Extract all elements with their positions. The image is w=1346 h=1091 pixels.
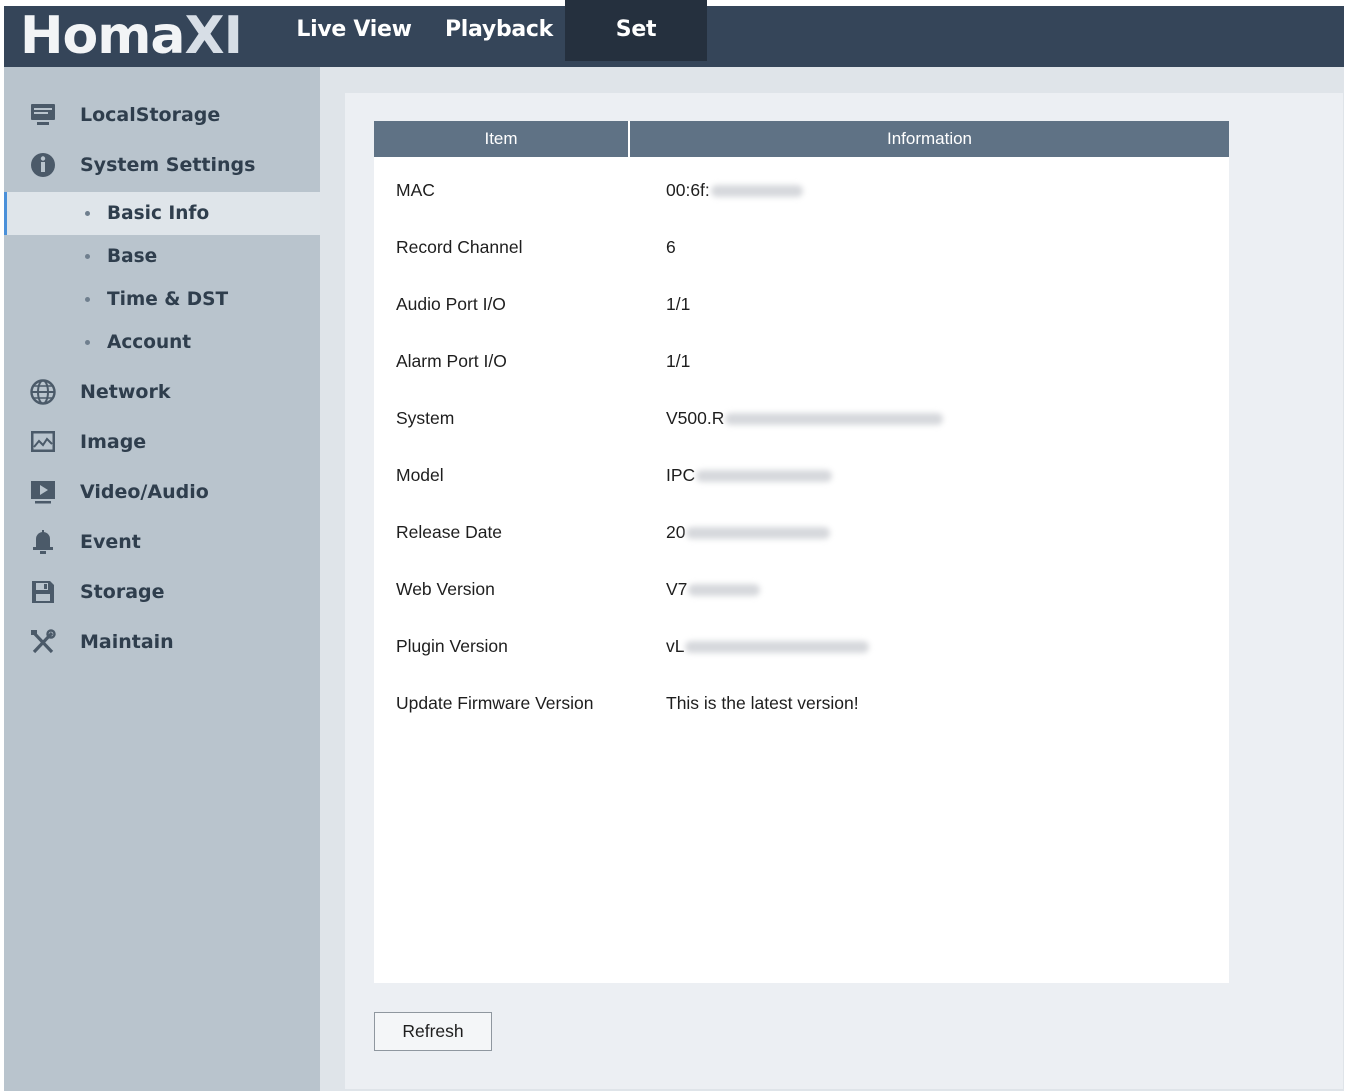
sidebar-item-label: Video/Audio bbox=[80, 481, 209, 503]
bullet-icon bbox=[85, 211, 90, 216]
sidebar-item-label: Network bbox=[80, 381, 171, 403]
sidebar-subitem-label: Account bbox=[107, 332, 192, 353]
row-info-text: 20 bbox=[666, 522, 686, 542]
floppy-disk-icon bbox=[28, 578, 58, 606]
row-info-value: This is the latest version! bbox=[666, 693, 859, 713]
sidebar-subitem-label: Basic Info bbox=[107, 203, 210, 224]
table-row: Release Date 20 bbox=[374, 504, 1229, 561]
row-item-label: Update Firmware Version bbox=[396, 693, 594, 713]
row-item-label: Plugin Version bbox=[396, 636, 508, 656]
table-row: Web Version V7 bbox=[374, 561, 1229, 618]
table-row: Plugin Version vL bbox=[374, 618, 1229, 675]
row-info-value: V500.R bbox=[666, 390, 944, 447]
brand-logo: HomaXI bbox=[20, 6, 243, 67]
table-header: Item Information bbox=[374, 121, 1229, 157]
table-row: MAC 00:6f: bbox=[374, 162, 1229, 219]
sidebar-item-label: Event bbox=[80, 531, 141, 553]
sidebar-item-image[interactable]: Image bbox=[4, 420, 320, 464]
row-info-text: vL bbox=[666, 636, 685, 656]
sidebar-item-label: System Settings bbox=[80, 154, 256, 176]
column-header-item: Item bbox=[374, 121, 630, 157]
basic-info-table: Item Information MAC 00:6f: Record Chann… bbox=[374, 121, 1229, 983]
sidebar-subitem-account[interactable]: Account bbox=[4, 321, 320, 364]
row-info-text: IPC bbox=[666, 465, 696, 485]
sidebar-item-label: Image bbox=[80, 431, 147, 453]
sidebar-item-network[interactable]: Network bbox=[4, 370, 320, 414]
row-info-value: 20 bbox=[666, 504, 831, 561]
bullet-icon bbox=[85, 254, 90, 259]
image-icon bbox=[28, 428, 58, 456]
logo-text-tail: XI bbox=[184, 6, 243, 66]
row-item-label: System bbox=[396, 408, 455, 428]
monitor-icon bbox=[28, 101, 58, 129]
tab-set[interactable]: Set bbox=[565, 0, 707, 61]
row-info-text: V7 bbox=[666, 579, 688, 599]
row-item-label: Release Date bbox=[396, 522, 503, 542]
table-row: Alarm Port I/O 1/1 bbox=[374, 333, 1229, 390]
bell-icon bbox=[28, 528, 58, 556]
sidebar-subitem-label: Base bbox=[107, 246, 158, 267]
redacted-blur bbox=[685, 641, 870, 654]
sidebar-item-localstorage[interactable]: LocalStorage bbox=[4, 93, 320, 137]
row-info-text: 00:6f: bbox=[666, 180, 710, 200]
tab-live-view[interactable]: Live View bbox=[290, 0, 418, 61]
table-row: Record Channel 6 bbox=[374, 219, 1229, 276]
video-icon bbox=[28, 478, 58, 506]
row-item-label: Audio Port I/O bbox=[396, 294, 506, 314]
row-info-value: IPC bbox=[666, 447, 833, 504]
row-item-label: Record Channel bbox=[396, 237, 523, 257]
sidebar-subitem-time-dst[interactable]: Time & DST bbox=[4, 278, 320, 321]
bullet-icon bbox=[85, 297, 90, 302]
sidebar-item-event[interactable]: Event bbox=[4, 520, 320, 564]
row-info-value: 00:6f: bbox=[666, 162, 803, 219]
table-row: Update Firmware Version This is the late… bbox=[374, 675, 1229, 732]
row-item-label: MAC bbox=[396, 180, 435, 200]
logo-text-main: Homa bbox=[20, 6, 186, 66]
row-info-value: 1/1 bbox=[666, 294, 691, 314]
sidebar-item-system-settings[interactable]: System Settings bbox=[4, 143, 320, 187]
sidebar-item-label: Storage bbox=[80, 581, 165, 603]
sidebar-subitem-base[interactable]: Base bbox=[4, 235, 320, 278]
sidebar-item-label: Maintain bbox=[80, 631, 174, 653]
row-info-value: 1/1 bbox=[666, 351, 691, 371]
table-row: Model IPC bbox=[374, 447, 1229, 504]
column-header-information: Information bbox=[886, 129, 973, 148]
row-info-text: V500.R bbox=[666, 408, 725, 428]
sidebar-item-storage[interactable]: Storage bbox=[4, 570, 320, 614]
row-item-label: Model bbox=[396, 465, 444, 485]
row-info-value: vL bbox=[666, 618, 870, 675]
globe-icon bbox=[28, 378, 58, 406]
sidebar-subitem-label: Time & DST bbox=[107, 289, 229, 310]
sidebar-item-label: LocalStorage bbox=[80, 104, 221, 126]
row-info-value: V7 bbox=[666, 561, 761, 618]
tab-playback[interactable]: Playback bbox=[434, 0, 564, 61]
redacted-blur bbox=[688, 584, 761, 597]
sidebar-item-video-audio[interactable]: Video/Audio bbox=[4, 470, 320, 514]
row-info-value: 6 bbox=[666, 237, 676, 257]
sidebar-subitem-basic-info[interactable]: Basic Info bbox=[4, 192, 320, 235]
table-row: Audio Port I/O 1/1 bbox=[374, 276, 1229, 333]
redacted-blur bbox=[686, 527, 831, 540]
sidebar-item-maintain[interactable]: Maintain bbox=[4, 620, 320, 664]
redacted-blur bbox=[696, 470, 833, 483]
row-item-label: Web Version bbox=[396, 579, 495, 599]
redacted-blur bbox=[725, 413, 944, 426]
bullet-icon bbox=[85, 340, 90, 345]
tools-icon bbox=[28, 628, 58, 656]
info-icon bbox=[28, 151, 58, 179]
row-item-label: Alarm Port I/O bbox=[396, 351, 507, 371]
table-row: System V500.R bbox=[374, 390, 1229, 447]
refresh-button[interactable]: Refresh bbox=[374, 1012, 492, 1051]
redacted-blur bbox=[710, 185, 803, 198]
